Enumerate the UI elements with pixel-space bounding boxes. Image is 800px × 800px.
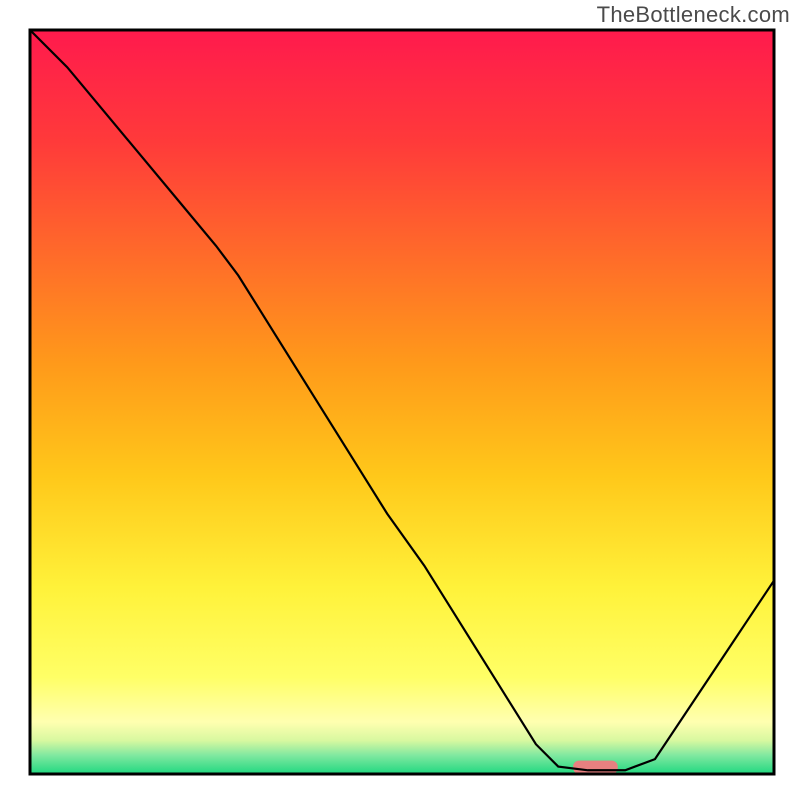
watermark-text: TheBottleneck.com [597,2,790,28]
gradient-background [30,30,774,774]
chart-container: TheBottleneck.com [0,0,800,800]
optimum-marker [573,761,618,774]
plot-area [30,30,774,774]
chart-svg [0,0,800,800]
